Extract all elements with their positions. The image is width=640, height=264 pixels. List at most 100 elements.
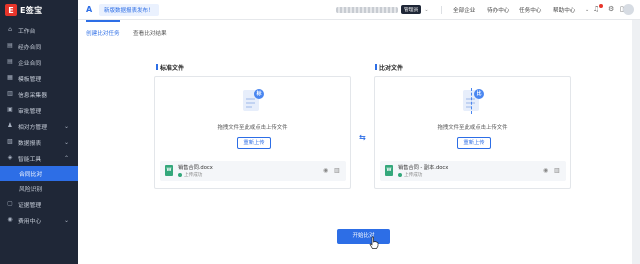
notification-dot xyxy=(599,4,603,8)
todo-center-link[interactable]: 待办中心 xyxy=(487,6,509,14)
chart-icon: ▧ xyxy=(7,138,13,145)
document-icon: 标 xyxy=(240,88,266,114)
word-file-icon: W xyxy=(385,165,393,176)
reupload-button[interactable]: 重新上传 xyxy=(457,137,491,149)
document-line xyxy=(246,102,255,104)
masked-username xyxy=(336,6,398,13)
sidebar-item-smart-tools[interactable]: ◈ 智能工具 ⌃ xyxy=(0,150,78,166)
home-icon: ⌂ xyxy=(8,26,12,33)
sidebar-item-label: 合同比对 xyxy=(19,172,43,178)
settings-icon[interactable]: ⚙ xyxy=(608,5,614,13)
preview-icon[interactable]: ◉ xyxy=(543,167,548,174)
check-icon xyxy=(178,173,182,177)
sidebar-item-reports[interactable]: ▧ 数据报表 ⌄ xyxy=(0,134,78,150)
preview-icon[interactable]: ◉ xyxy=(323,167,328,174)
contacts-icon: ♟ xyxy=(7,122,13,129)
chevron-up-icon: ⌃ xyxy=(63,154,69,162)
upload-status-text: 上传成功 xyxy=(184,173,203,178)
chevron-down-icon: ⌄ xyxy=(424,6,429,13)
word-file-icon: W xyxy=(165,165,173,176)
delete-icon[interactable]: ▥ xyxy=(334,167,340,174)
avatar[interactable] xyxy=(623,4,634,15)
uploaded-file-row: W 销售合同.docx 上传成功 ◉ ▥ xyxy=(160,161,346,181)
sidebar-item-label: 费用中心 xyxy=(18,218,42,225)
document-line xyxy=(246,98,255,100)
active-tab-indicator xyxy=(86,20,120,22)
sidebar-item-label: 证据管理 xyxy=(18,202,42,209)
tab-view-compare-results[interactable]: 查看比对结果 xyxy=(133,29,167,37)
file-icon: ▤ xyxy=(7,42,13,49)
announcement-banner[interactable]: 新版数据报表发布！ xyxy=(99,3,159,16)
product-icon[interactable]: A xyxy=(86,5,94,14)
divider xyxy=(441,6,442,14)
reupload-button[interactable]: 重新上传 xyxy=(237,137,271,149)
chevron-down-icon: ⌄ xyxy=(63,138,69,146)
sidebar-item-templates[interactable]: ▦ 模板管理 xyxy=(0,70,78,86)
standard-file-upload-area[interactable]: 标 拖拽文件至此或点击上传文件 重新上传 W 销售合同.docx 上传成功 ◉ … xyxy=(154,76,351,189)
sidebar-item-evidence[interactable]: ▢ 证据管理 xyxy=(0,196,78,212)
template-icon: ▦ xyxy=(7,74,13,81)
drop-hint: 拖拽文件至此或点击上传文件 xyxy=(217,125,288,131)
sidebar-item-label: 智能工具 xyxy=(18,156,42,163)
file-name: 销售合同 - 副本.docx xyxy=(398,165,449,171)
sidebar-item-enterprise-contracts[interactable]: ▤ 企业合同 xyxy=(0,54,78,70)
split-line xyxy=(471,88,472,114)
sidebar-item-billing[interactable]: ◉ 费用中心 ⌄ xyxy=(0,212,78,228)
enterprise-switch[interactable]: 全部企业 xyxy=(453,6,475,14)
swap-icon[interactable]: ⇆ xyxy=(359,133,366,142)
sidebar-item-label: 数据报表 xyxy=(18,140,42,147)
start-compare-button[interactable]: 开始比对 xyxy=(337,229,390,244)
sidebar-item-workbench[interactable]: ⌂ 工作台 xyxy=(0,22,78,38)
tool-icon: ◈ xyxy=(7,154,13,161)
main-content: 标准文件 比对文件 标 拖拽文件至此或点击上传文件 重新上传 W 销售合同.do… xyxy=(78,43,640,264)
chevron-down-icon: ⌄ xyxy=(63,122,69,130)
delete-icon[interactable]: ▥ xyxy=(554,167,560,174)
sidebar-item-info-collector[interactable]: ▥ 信息采集器 xyxy=(0,86,78,102)
tab-bar: 创建比对任务 查看比对结果 xyxy=(78,20,640,43)
help-center-link[interactable]: 帮助中心 xyxy=(553,6,575,14)
logo-mark: E xyxy=(5,4,17,16)
upload-status: 上传成功 xyxy=(178,172,202,178)
sidebar-item-label: 经办合同 xyxy=(18,44,42,51)
file-name: 销售合同.docx xyxy=(178,165,213,171)
tab-create-compare-task[interactable]: 创建比对任务 xyxy=(86,29,120,37)
user-info[interactable]: 管理员 ⌄ xyxy=(336,5,429,14)
task-center-link[interactable]: 任务中心 xyxy=(519,6,541,14)
scrollbar-track[interactable] xyxy=(632,20,640,264)
fee-icon: ◉ xyxy=(7,216,13,223)
document-line xyxy=(246,106,252,108)
sidebar-nav: ⌂ 工作台 ▤ 经办合同 ▤ 企业合同 ▦ 模板管理 ▥ 信息采集器 ▣ 审批管理 ♟ 相对方… xyxy=(0,22,78,228)
sidebar-item-label: 风险识别 xyxy=(19,187,43,193)
upload-status: 上传成功 xyxy=(398,172,422,178)
sidebar-item-label: 信息采集器 xyxy=(18,92,47,99)
check-icon xyxy=(398,173,402,177)
uploaded-file-row: W 销售合同 - 副本.docx 上传成功 ◉ ▥ xyxy=(380,161,566,181)
sidebar-item-approvals[interactable]: ▣ 审批管理 xyxy=(0,102,78,118)
sidebar-item-label: 工作台 xyxy=(18,28,36,35)
chevron-down-icon: ⌄ xyxy=(585,7,590,13)
compare-file-upload-area[interactable]: 比 拖拽文件至此或点击上传文件 重新上传 W 销售合同 - 副本.docx 上传… xyxy=(374,76,571,189)
standard-badge: 标 xyxy=(254,89,264,99)
approve-icon: ▣ xyxy=(7,106,13,113)
sidebar-item-label: 模板管理 xyxy=(18,76,42,83)
brand-name: E签宝 xyxy=(20,5,43,15)
sidebar: E E签宝 ⌂ 工作台 ▤ 经办合同 ▤ 企业合同 ▦ 模板管理 ▥ 信息采集器 ▣ 审批管… xyxy=(0,0,78,264)
standard-file-title: 标准文件 xyxy=(156,63,184,72)
compare-file-title: 比对文件 xyxy=(375,63,403,72)
sidebar-item-label: 审批管理 xyxy=(18,108,42,115)
sidebar-item-label: 企业合同 xyxy=(18,60,42,67)
sidebar-subitem-contract-compare[interactable]: 合同比对 xyxy=(0,166,78,181)
top-header: A 新版数据报表发布！ 管理员 ⌄ 全部企业 待办中心 任务中心 帮助中心 ⌄ … xyxy=(78,0,640,20)
logo[interactable]: E E签宝 xyxy=(0,0,78,20)
file-icon: ▤ xyxy=(7,58,13,65)
compare-badge: 比 xyxy=(474,89,484,99)
document-icon: 比 xyxy=(460,88,486,114)
evidence-icon: ▢ xyxy=(7,200,13,207)
sidebar-subitem-risk-identify[interactable]: 风险识别 xyxy=(0,181,78,196)
sidebar-item-my-contracts[interactable]: ▤ 经办合同 xyxy=(0,38,78,54)
sidebar-item-counterparties[interactable]: ♟ 相对方管理 ⌄ xyxy=(0,118,78,134)
drop-hint: 拖拽文件至此或点击上传文件 xyxy=(437,125,508,131)
hand-cursor-icon xyxy=(369,236,379,249)
chevron-down-icon: ⌄ xyxy=(63,216,69,224)
role-badge: 管理员 xyxy=(401,5,422,14)
